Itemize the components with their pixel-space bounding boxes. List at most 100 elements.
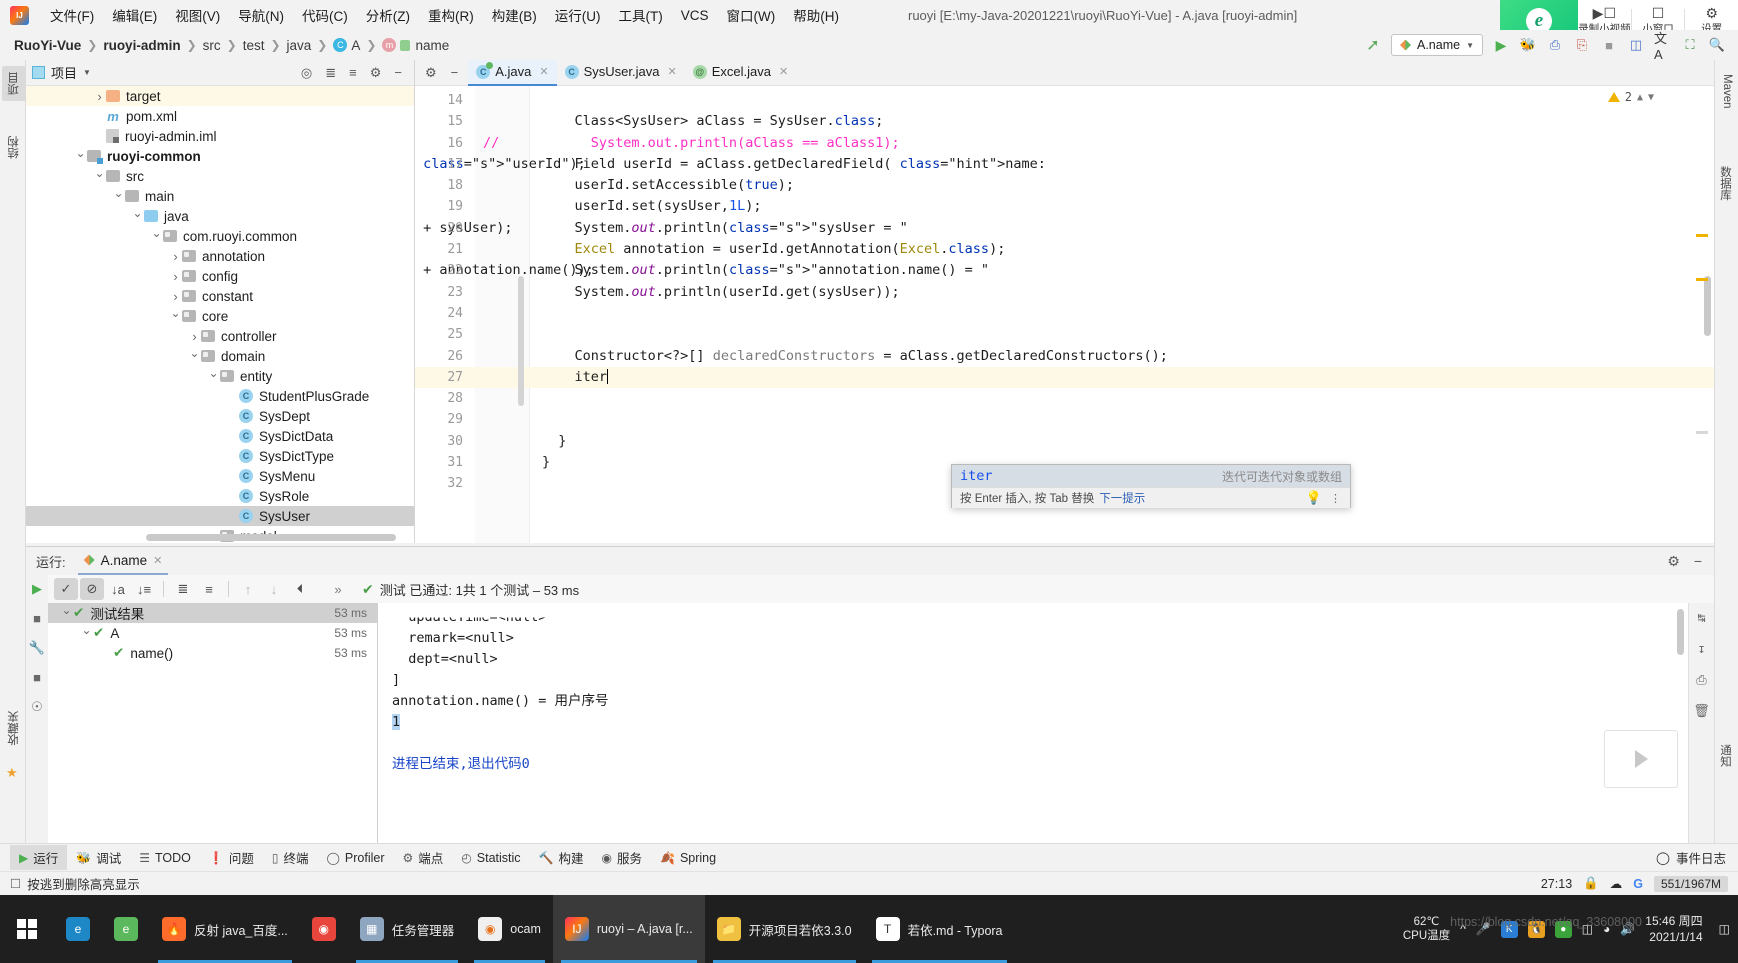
code-line[interactable]: 27 iter [415, 366, 1714, 389]
tool-button-services[interactable]: ◉ 服务 [593, 845, 652, 870]
menu-tools[interactable]: 工具(T) [610, 2, 672, 28]
chevron-down-icon[interactable] [207, 369, 220, 383]
debug-button[interactable]: 🐝 [1519, 36, 1537, 54]
editor-vertical-scrollbar[interactable] [1704, 276, 1711, 336]
tree-node[interactable]: ruoyi-admin.iml [26, 126, 414, 146]
taskbar-item-ocam[interactable]: ◉ ocam [466, 895, 553, 963]
close-icon[interactable]: ✕ [779, 65, 788, 78]
run-tab-a-name[interactable]: A.name ✕ [77, 547, 169, 575]
tree-node[interactable]: C SysRole [26, 486, 414, 506]
code-line[interactable]: 18 userId.setAccessible(true); [415, 175, 1714, 196]
breadcrumb-src[interactable]: src [203, 38, 221, 53]
chevron-down-icon[interactable] [80, 626, 93, 640]
tree-node[interactable]: src [26, 166, 414, 186]
expand-all-icon[interactable]: ≣ [325, 65, 336, 81]
taskbar-item-360-browser[interactable]: e [102, 895, 150, 963]
chevron-down-icon[interactable] [169, 309, 182, 323]
tool-button-profiler[interactable]: ◯ Profiler [317, 848, 393, 868]
menu-code[interactable]: 代码(C) [293, 2, 357, 28]
code-line[interactable]: 22 System.out.println(class="s">"annotat… [415, 260, 1714, 281]
project-tree[interactable]: targetm pom.xml ruoyi-admin.iml ruoyi-commo… [26, 86, 414, 543]
menu-refactor[interactable]: 重构(R) [419, 2, 483, 28]
menu-edit[interactable]: 编辑(E) [103, 2, 166, 28]
tool-button-debug[interactable]: 🐝 调试 [67, 845, 130, 870]
tree-node[interactable]: m pom.xml [26, 106, 414, 126]
sidebar-item-maven[interactable]: Maven [1718, 68, 1736, 115]
console-output[interactable]: updateTime=<null> remark=<null> dept=<nu… [378, 603, 1714, 844]
code-line[interactable]: 29 [415, 409, 1714, 430]
screenshot-button[interactable]: ⛶ [1681, 36, 1699, 54]
menu-run[interactable]: 运行(U) [546, 2, 610, 28]
breadcrumb-project[interactable]: RuoYi-Vue [14, 38, 81, 53]
chevron-right-icon[interactable] [169, 269, 182, 284]
tool-button-todo[interactable]: ☰ TODO [130, 848, 200, 868]
next-failed-icon[interactable]: ↓ [262, 578, 286, 600]
code-line[interactable]: 14 [415, 90, 1714, 111]
breadcrumb-method[interactable]: name [415, 38, 449, 53]
memory-indicator[interactable]: 551/1967M [1653, 875, 1728, 892]
favorites-star-icon[interactable]: ★ [6, 765, 18, 781]
run-coverage-button[interactable]: ⎙ [1546, 36, 1564, 54]
more-icon[interactable]: » [326, 578, 350, 600]
taskbar-item-task-manager[interactable]: ▦ 任务管理器 [348, 895, 467, 963]
locate-icon[interactable]: ◎ [301, 65, 312, 81]
sort-duration-icon[interactable]: ↓≡ [132, 578, 156, 600]
menu-window[interactable]: 窗口(W) [718, 2, 785, 28]
tool-button-terminal[interactable]: ▯ 终端 [263, 845, 318, 870]
code-line[interactable]: 17 Field userId = aClass.getDeclaredFiel… [415, 154, 1714, 175]
taskbar-item-firefox[interactable]: 🔥 反射 java_百度... [150, 895, 300, 963]
sort-alpha-icon[interactable]: ↓a [106, 578, 130, 600]
tree-node[interactable]: C SysDictData [26, 426, 414, 446]
tree-node[interactable]: annotation [26, 246, 414, 266]
cloud-icon[interactable]: ☁ [1610, 876, 1623, 891]
menu-build[interactable]: 构建(B) [483, 2, 546, 28]
tree-node[interactable]: C SysUser [26, 506, 414, 526]
chevron-down-icon[interactable] [93, 169, 106, 183]
notifications-icon[interactable]: ◫ [1719, 922, 1730, 936]
tree-node[interactable]: C SysDept [26, 406, 414, 426]
sidebar-item-database[interactable]: 数据库 [1714, 160, 1736, 207]
menu-navigate[interactable]: 导航(N) [229, 2, 293, 28]
event-log-button[interactable]: ◯ 事件日志 [1656, 848, 1738, 867]
console-vertical-scrollbar[interactable] [1677, 609, 1684, 655]
tree-node[interactable]: core [26, 306, 414, 326]
tree-node[interactable]: main [26, 186, 414, 206]
tree-node[interactable]: ruoyi-common [26, 146, 414, 166]
code-line[interactable]: 25 [415, 324, 1714, 345]
code-line[interactable]: 23 System.out.println(userId.get(sysUser… [415, 282, 1714, 303]
gear-icon[interactable]: ⚙ [425, 65, 437, 81]
code-folding-scrollbar[interactable] [518, 276, 524, 406]
tab-excel-java[interactable]: @ Excel.java ✕ [685, 60, 796, 86]
code-line[interactable]: 26 Constructor<?>[] declaredConstructors… [415, 346, 1714, 367]
chevron-right-icon[interactable] [188, 329, 201, 344]
expand-all-icon[interactable]: ≣ [171, 578, 195, 600]
settings-icon[interactable]: 🔧 [29, 640, 45, 656]
cpu-temperature[interactable]: 62℃ CPU温度 [1403, 915, 1450, 943]
code-line[interactable]: 21 Excel annotation = userId.getAnnotati… [415, 239, 1714, 260]
sidebar-item-structure[interactable]: 结构 [2, 130, 26, 165]
tree-node[interactable]: C StudentPlusGrade [26, 386, 414, 406]
lightbulb-icon[interactable]: 💡 [1306, 490, 1322, 506]
close-icon[interactable]: ✕ [153, 554, 162, 567]
search-icon[interactable]: 🔍 [1708, 36, 1726, 54]
tree-node[interactable]: C SysDictType [26, 446, 414, 466]
tool-button-endpoints[interactable]: ⚙ 端点 [394, 845, 453, 870]
chevron-down-icon[interactable] [112, 189, 125, 203]
taskbar-item-edge[interactable]: e [54, 895, 102, 963]
profile-button[interactable]: ⎘ [1573, 36, 1591, 54]
close-icon[interactable]: ✕ [539, 65, 548, 78]
test-results-tree[interactable]: ✔ 测试结果 53 ms ✔ A 53 ms ✔ name() 53 ms [48, 603, 378, 844]
project-tree-horizontal-scrollbar[interactable] [146, 534, 396, 541]
test-tree-row[interactable]: ✔ 测试结果 53 ms [48, 603, 377, 623]
tree-node[interactable]: domain [26, 346, 414, 366]
windows-start-icon[interactable] [0, 895, 54, 963]
tool-button-build[interactable]: 🔨 构建 [530, 845, 593, 870]
code-line[interactable]: 15 Class<SysUser> aClass = SysUser.class… [415, 111, 1714, 132]
menu-analyze[interactable]: 分析(Z) [357, 2, 419, 28]
minimize-icon[interactable]: − [1694, 553, 1702, 570]
tree-node[interactable]: controller [26, 326, 414, 346]
stop-button[interactable]: ■ [1600, 36, 1618, 54]
test-tree-row[interactable]: ✔ A 53 ms [48, 623, 377, 643]
run-configuration-selector[interactable]: A.name ▼ [1390, 34, 1483, 56]
warning-marker[interactable] [1696, 278, 1708, 281]
